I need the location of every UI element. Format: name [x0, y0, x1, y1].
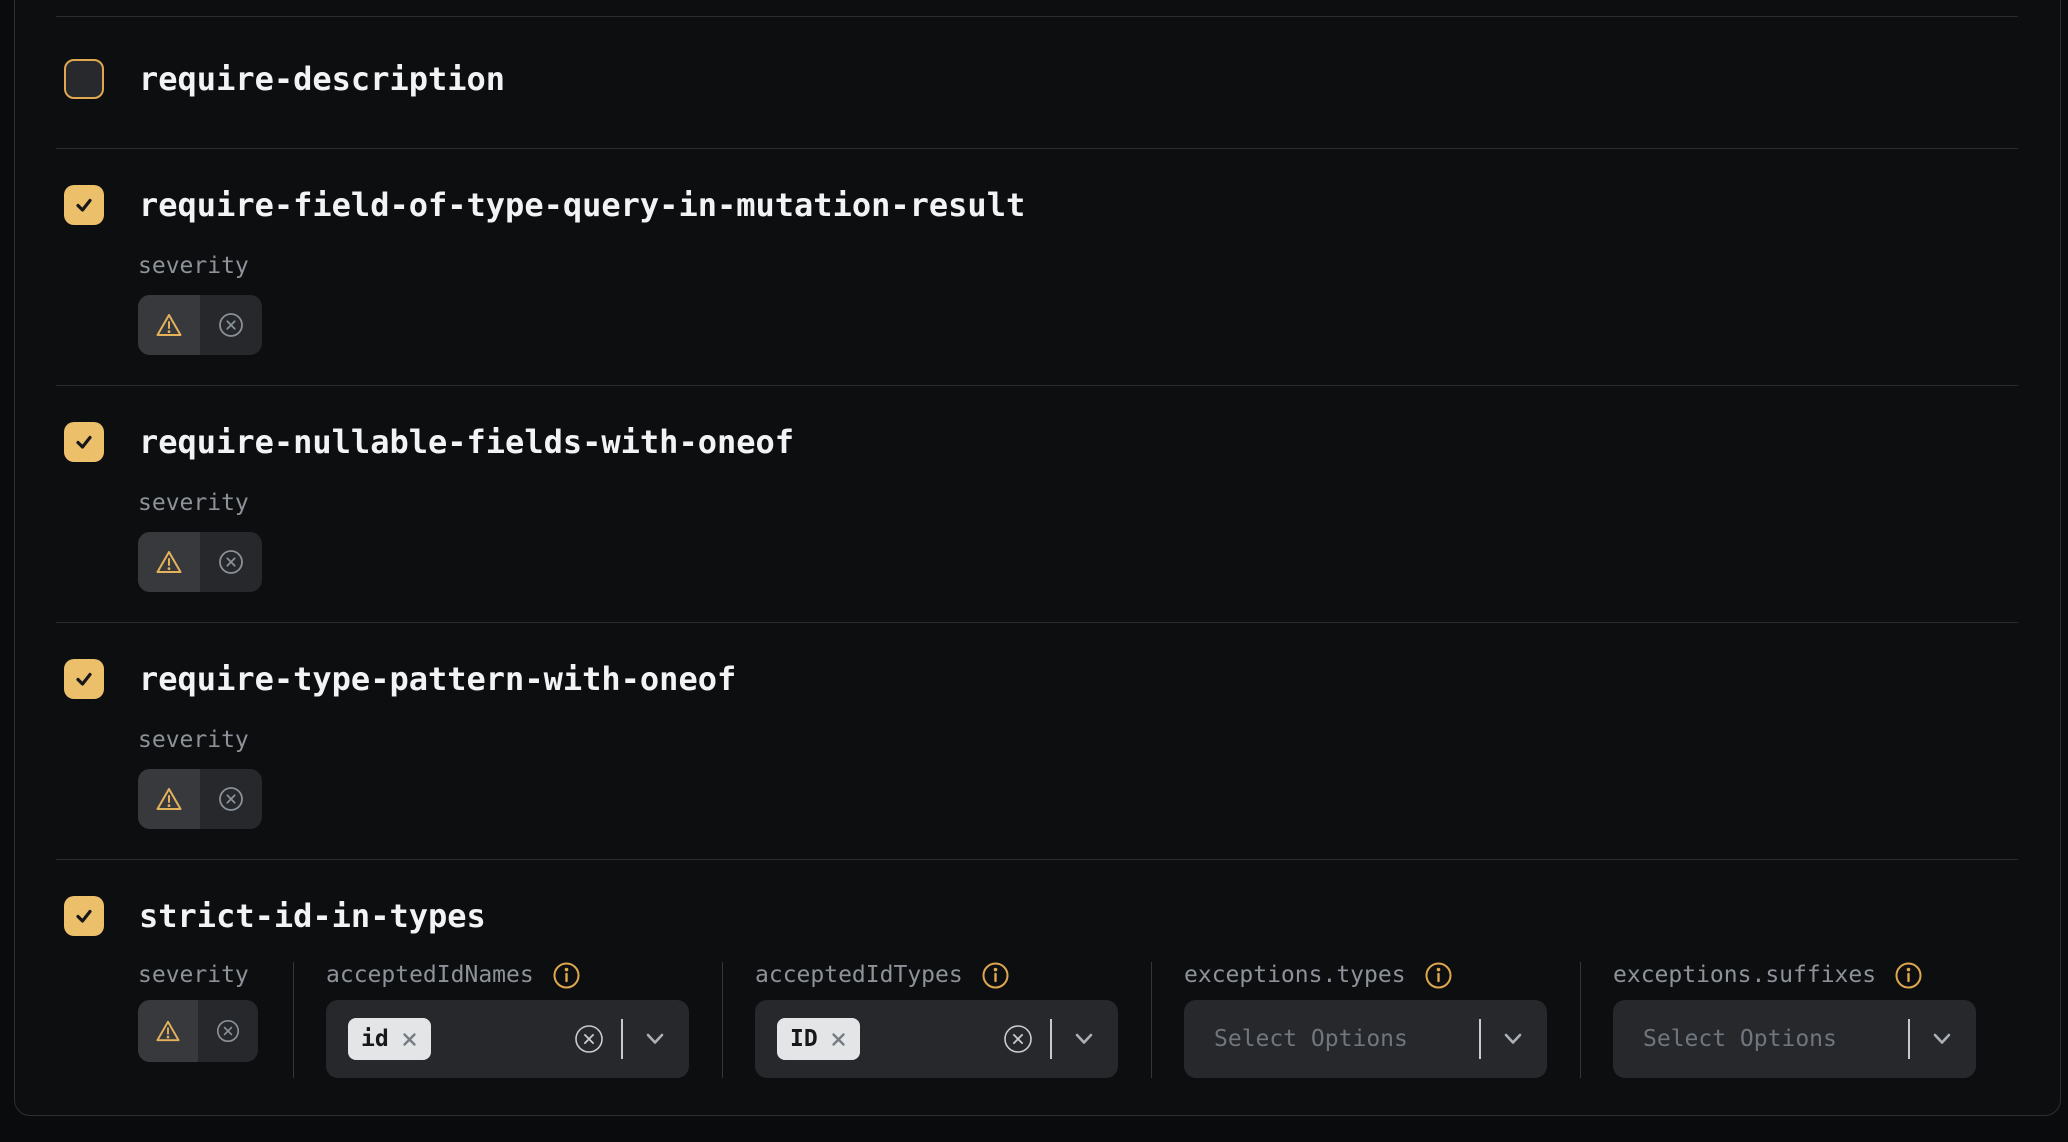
info-icon[interactable] [1894, 961, 1923, 990]
rule-options: severity [138, 962, 2020, 1078]
clear-selection-button[interactable] [1003, 1024, 1033, 1054]
rule-head: require-description [64, 59, 2020, 99]
remove-tag-icon[interactable] [401, 1031, 418, 1048]
info-icon[interactable] [1424, 961, 1453, 990]
warning-icon [155, 786, 183, 812]
checkmark-icon [72, 667, 96, 691]
rule-checkbox[interactable] [64, 185, 104, 225]
column-divider [1580, 962, 1581, 1078]
info-icon[interactable] [552, 961, 581, 990]
select-divider [621, 1019, 623, 1059]
acceptedIdNames-multiselect[interactable]: id [326, 1000, 689, 1078]
field-severity: severity [138, 962, 258, 1078]
severity-warn-button[interactable] [138, 1000, 198, 1062]
severity-warn-button[interactable] [138, 769, 200, 829]
rule-require-type-pattern-with-oneof: require-type-pattern-with-oneof severity [15, 623, 2060, 859]
select-divider [1479, 1019, 1481, 1059]
acceptedIdTypes-multiselect[interactable]: ID [755, 1000, 1118, 1078]
column-divider [722, 962, 723, 1078]
column-divider [293, 962, 294, 1078]
selected-tag: id [348, 1018, 431, 1060]
field-label: acceptedIdNames [326, 962, 534, 988]
rule-name: strict-id-in-types [139, 896, 486, 936]
select-placeholder: Select Options [1643, 1026, 1837, 1052]
field-label: exceptions.suffixes [1613, 962, 1876, 988]
clear-icon [574, 1024, 604, 1054]
field-label: acceptedIdTypes [755, 962, 963, 988]
rule-checkbox[interactable] [64, 59, 104, 99]
chevron-down-icon[interactable] [1502, 1032, 1524, 1046]
rule-head: strict-id-in-types [64, 896, 2020, 936]
select-divider [1050, 1019, 1052, 1059]
field-exceptions-suffixes: exceptions.suffixes Select Options [1613, 962, 1976, 1078]
severity-toggle [138, 769, 262, 829]
rule-options: severity [138, 727, 2020, 829]
clear-selection-button[interactable] [574, 1024, 604, 1054]
chevron-down-icon[interactable] [644, 1032, 666, 1046]
field-acceptedIdTypes: acceptedIdTypes ID [755, 962, 1118, 1078]
rule-strict-id-in-types: strict-id-in-types severity [15, 860, 2060, 1132]
severity-off-button[interactable] [200, 769, 262, 829]
warning-icon [155, 312, 183, 338]
rule-require-field-of-type-query-in-mutation-result: require-field-of-type-query-in-mutation-… [15, 149, 2060, 385]
severity-off-button[interactable] [198, 1000, 258, 1062]
rule-require-description: require-description [15, 17, 2060, 148]
warning-icon [155, 1019, 181, 1043]
rule-head: require-nullable-fields-with-oneof [64, 422, 2020, 462]
select-placeholder: Select Options [1214, 1026, 1408, 1052]
checkmark-icon [72, 193, 96, 217]
severity-warn-button[interactable] [138, 295, 200, 355]
rule-name: require-field-of-type-query-in-mutation-… [139, 185, 1025, 225]
severity-toggle [138, 295, 262, 355]
rule-head: require-field-of-type-query-in-mutation-… [64, 185, 2020, 225]
remove-tag-icon[interactable] [830, 1031, 847, 1048]
severity-off-button[interactable] [200, 295, 262, 355]
clear-icon [1003, 1024, 1033, 1054]
info-icon[interactable] [981, 961, 1010, 990]
x-circle-icon [217, 785, 245, 813]
checkmark-icon [72, 430, 96, 454]
x-circle-icon [217, 311, 245, 339]
severity-toggle [138, 532, 262, 592]
rule-head: require-type-pattern-with-oneof [64, 659, 2020, 699]
exceptions-suffixes-multiselect[interactable]: Select Options [1613, 1000, 1976, 1078]
checkmark-icon [72, 904, 96, 928]
severity-label: severity [138, 962, 249, 988]
rule-name: require-nullable-fields-with-oneof [139, 422, 794, 462]
severity-off-button[interactable] [200, 532, 262, 592]
x-circle-icon [217, 548, 245, 576]
rule-checkbox[interactable] [64, 659, 104, 699]
severity-label: severity [138, 490, 2020, 516]
severity-label: severity [138, 253, 2020, 279]
warning-icon [155, 549, 183, 575]
column-divider [1151, 962, 1152, 1078]
select-divider [1908, 1019, 1910, 1059]
rules-panel: require-description require-field-of-typ… [14, 0, 2061, 1116]
severity-label: severity [138, 727, 2020, 753]
selected-tag: ID [777, 1018, 860, 1060]
tag-value: ID [790, 1026, 818, 1052]
rule-checkbox[interactable] [64, 896, 104, 936]
exceptions-types-multiselect[interactable]: Select Options [1184, 1000, 1547, 1078]
rule-require-nullable-fields-with-oneof: require-nullable-fields-with-oneof sever… [15, 386, 2060, 622]
field-exceptions-types: exceptions.types Select Options [1184, 962, 1547, 1078]
chevron-down-icon[interactable] [1073, 1032, 1095, 1046]
x-circle-icon [215, 1018, 241, 1044]
field-label: exceptions.types [1184, 962, 1406, 988]
rule-options: severity [138, 253, 2020, 355]
severity-toggle [138, 1000, 258, 1062]
rule-name: require-type-pattern-with-oneof [139, 659, 736, 699]
rule-name: require-description [139, 59, 505, 99]
rule-options: severity [138, 490, 2020, 592]
rule-checkbox[interactable] [64, 422, 104, 462]
severity-warn-button[interactable] [138, 532, 200, 592]
tag-value: id [361, 1026, 389, 1052]
chevron-down-icon[interactable] [1931, 1032, 1953, 1046]
field-acceptedIdNames: acceptedIdNames id [326, 962, 689, 1078]
